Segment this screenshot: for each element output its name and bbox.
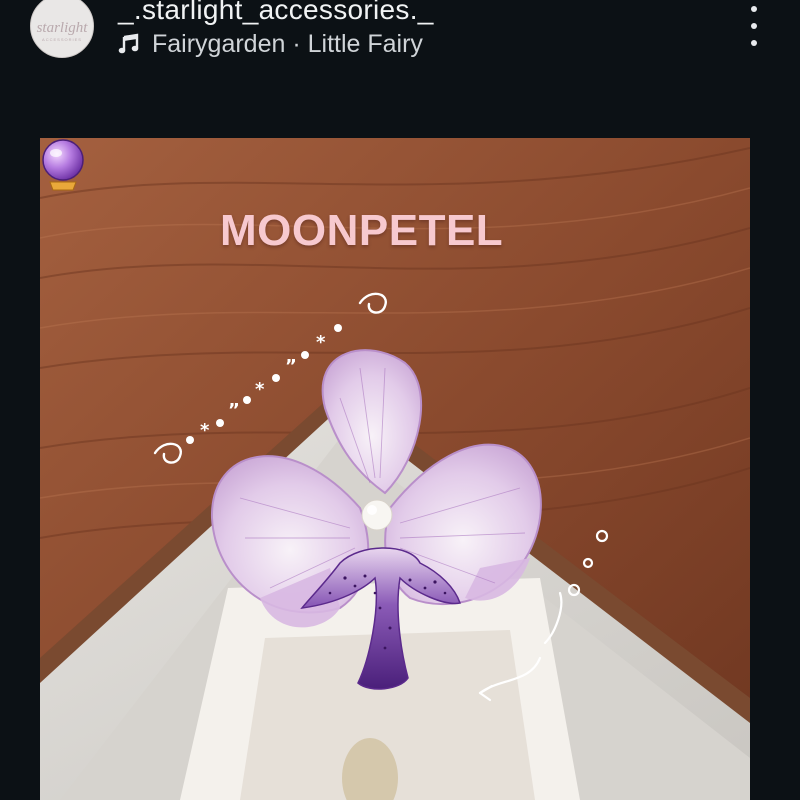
post-photo[interactable]: * ” * ” * MOONPETEL bbox=[40, 138, 750, 800]
more-options-icon[interactable] bbox=[742, 6, 766, 46]
music-note-icon bbox=[118, 33, 139, 54]
post-header: starlight ACCESSORIES _.starlight_access… bbox=[0, 0, 800, 90]
svg-text:”: ” bbox=[285, 356, 297, 377]
music-label: Fairygarden · Little Fairy bbox=[152, 29, 423, 58]
svg-text:*: * bbox=[255, 379, 265, 400]
svg-text:*: * bbox=[200, 420, 210, 441]
username[interactable]: _.starlight_accessories._ bbox=[118, 0, 434, 26]
music-attribution[interactable]: Fairygarden · Little Fairy bbox=[118, 28, 423, 60]
avatar[interactable]: starlight ACCESSORIES bbox=[30, 0, 94, 58]
photo-caption: MOONPETEL bbox=[220, 206, 504, 255]
svg-text:*: * bbox=[316, 332, 326, 353]
avatar-logo-subtext: ACCESSORIES bbox=[42, 37, 82, 42]
svg-text:”: ” bbox=[228, 400, 240, 421]
crystal-ball-icon bbox=[42, 139, 84, 191]
avatar-logo-text: starlight bbox=[36, 20, 88, 36]
